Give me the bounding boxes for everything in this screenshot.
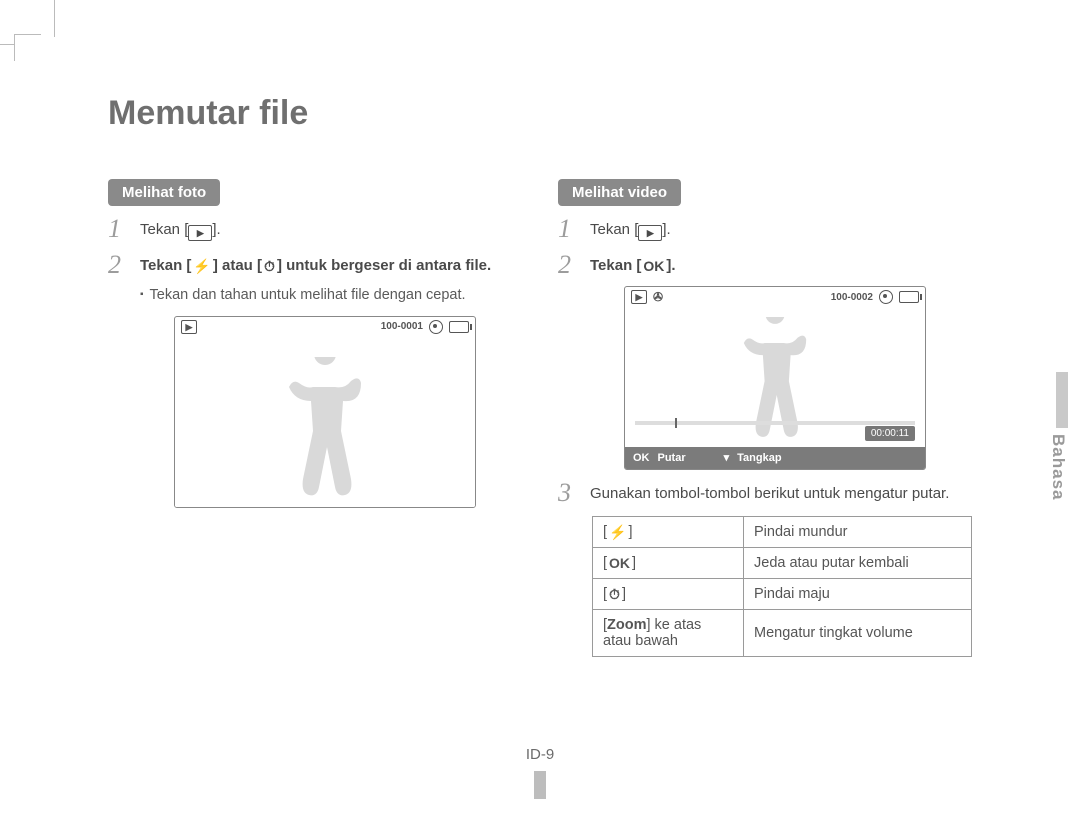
lcd-time: 00:00:11: [865, 426, 915, 442]
page-title: Memutar file: [108, 94, 988, 133]
heading-pill-photos: Melihat foto: [108, 179, 220, 206]
flash-icon: ⚡: [607, 526, 628, 540]
lcd-preview-photo: ▶ 100-0001: [174, 316, 476, 508]
heading-pill-video: Melihat video: [558, 179, 681, 206]
cell-value: Mengatur tingkat volume: [744, 610, 972, 657]
side-tab: Bahasa: [1048, 372, 1074, 500]
disc-icon: [429, 320, 443, 334]
footer-mark: [534, 771, 546, 799]
step-number: 2: [108, 252, 126, 278]
column-photos: Melihat foto 1 Tekan [▶]. 2 Tekan [⚡] at…: [108, 179, 518, 657]
flash-icon: ⚡: [191, 259, 212, 273]
crop-v: [54, 0, 55, 37]
silhouette-icon: [725, 317, 825, 447]
page-number: ID-9: [526, 746, 554, 763]
silhouette-icon: [275, 357, 375, 507]
table-row: [⚡] Pindai mundur: [593, 517, 972, 548]
step-2-sub: Tekan dan tahan untuk melihat file denga…: [140, 286, 518, 306]
step-number: 2: [558, 252, 576, 278]
timer-icon: ⏱: [262, 259, 277, 273]
crop-corner: [14, 34, 41, 61]
table-row: [⏱] Pindai maju: [593, 579, 972, 610]
step-number: 1: [558, 216, 576, 242]
ok-icon: OK: [607, 556, 632, 570]
battery-icon: [899, 291, 919, 303]
timer-icon: ⏱: [607, 588, 622, 602]
page-footer: ID-9: [0, 746, 1080, 799]
progress-bar: [625, 421, 925, 425]
crop-h: [0, 44, 15, 45]
step-3-video: Gunakan tombol-tombol berikut untuk meng…: [590, 480, 968, 504]
table-row: [Zoom] ke atas atau bawah Mengatur tingk…: [593, 610, 972, 657]
step-2-photos: Tekan [⚡] atau [⏱] untuk bergeser di ant…: [140, 252, 518, 508]
battery-icon: [449, 321, 469, 333]
movie-icon: ✇: [653, 289, 663, 305]
capture-label: Tangkap: [737, 451, 811, 466]
down-icon: ▾: [716, 451, 738, 466]
side-tab-label: Bahasa: [1048, 434, 1068, 500]
play-icon: ▶: [188, 225, 212, 241]
ok-icon: OK: [641, 259, 666, 273]
play-label: Putar: [658, 451, 716, 466]
play-icon: ▶: [631, 290, 647, 304]
page-content: Memutar file Melihat foto 1 Tekan [▶]. 2…: [108, 94, 988, 657]
step-2-video: Tekan [OK]. ▶ ✇ 100-0002: [590, 252, 968, 470]
ok-label: OK: [625, 451, 658, 466]
play-icon: ▶: [181, 320, 197, 334]
play-icon: ▶: [638, 225, 662, 241]
lcd-footer: OK Putar ▾ Tangkap: [625, 447, 925, 469]
cell-value: Pindai maju: [744, 579, 972, 610]
cell-value: Jeda atau putar kembali: [744, 548, 972, 579]
lcd-counter: 100-0001: [381, 320, 423, 334]
step-1-photos: Tekan [▶].: [140, 216, 518, 241]
controls-table: [⚡] Pindai mundur [OK] Jeda atau putar k…: [592, 516, 972, 657]
step-number: 3: [558, 480, 576, 506]
disc-icon: [879, 290, 893, 304]
cell-value: Pindai mundur: [744, 517, 972, 548]
column-video: Melihat video 1 Tekan [▶]. 2 Tekan [OK].: [558, 179, 968, 657]
step-1-video: Tekan [▶].: [590, 216, 968, 241]
lcd-preview-video: ▶ ✇ 100-0002: [624, 286, 926, 470]
table-row: [OK] Jeda atau putar kembali: [593, 548, 972, 579]
step-number: 1: [108, 216, 126, 242]
lcd-counter: 100-0002: [831, 291, 873, 305]
